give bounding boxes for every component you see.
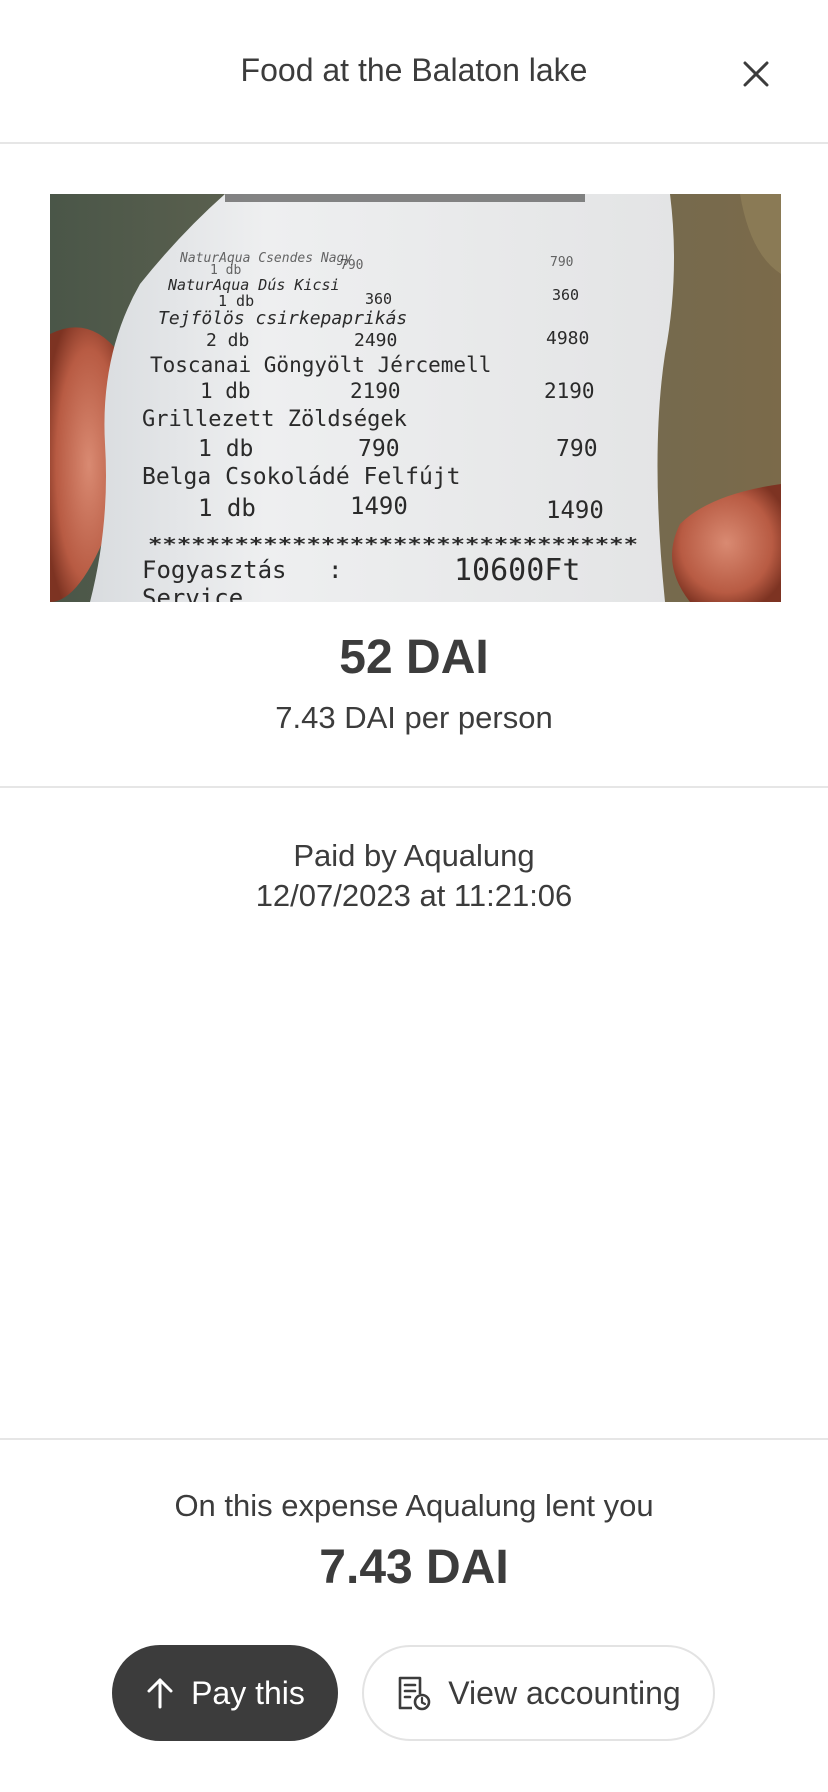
receipt-total-value: 10600Ft	[454, 553, 580, 588]
lent-amount: 7.43 DAI	[319, 1541, 509, 1594]
lent-text: On this expense Aqualung lent you	[174, 1488, 654, 1523]
receipt-line-8-left: 1 db	[200, 379, 251, 403]
receipt-line-9-left: Grillezett Zöldségek	[142, 407, 407, 432]
receipt-line-6-mid: 2490	[354, 330, 397, 351]
receipt-total-label: Fogyasztás	[142, 556, 287, 584]
receipt-line-10-mid: 790	[358, 436, 400, 462]
pay-this-button[interactable]: Pay this	[112, 1645, 338, 1741]
close-button[interactable]	[736, 54, 776, 94]
receipt-line-7-left: Toscanai Göngyölt Jércemell	[150, 353, 491, 377]
receipt-total-colon: :	[328, 556, 342, 584]
receipt-line-4-mid: 360	[365, 290, 392, 308]
expense-amount: 52 DAI	[339, 631, 489, 684]
receipt-line-12-mid: 1490	[350, 492, 408, 520]
receipt-line-5-left: Tejfölös csirkepaprikás	[158, 308, 407, 329]
view-accounting-label: View accounting	[448, 1674, 681, 1711]
view-accounting-button[interactable]: View accounting	[362, 1645, 715, 1741]
receipt-line-12-left: 1 db	[198, 494, 256, 522]
receipt-line-8-mid: 2190	[350, 379, 401, 403]
per-person-amount: 7.43 DAI per person	[275, 700, 553, 735]
receipt-line-6-right: 4980	[546, 328, 589, 349]
receipt-line-10-left: 1 db	[198, 436, 253, 462]
receipt-line-2-right: 790	[550, 255, 573, 270]
receipt-separator: **********************************	[148, 534, 638, 555]
receipt-line-12-right: 1490	[546, 496, 604, 524]
page-title: Food at the Balaton lake	[240, 52, 588, 88]
pay-this-label: Pay this	[191, 1674, 305, 1711]
close-icon	[743, 61, 769, 87]
receipt-photo[interactable]: NaturAqua Csendes Nagy 1 db 790 790 Natu…	[50, 194, 781, 602]
header: Food at the Balaton lake	[0, 0, 828, 144]
receipt-line-1-left: NaturAqua Csendes Nagy	[179, 251, 352, 266]
receipt-image: NaturAqua Csendes Nagy 1 db 790 790 Natu…	[50, 194, 781, 602]
arrow-up-icon	[145, 1676, 175, 1710]
receipt-line-11-left: Belga Csokoládé Felfújt	[142, 464, 461, 490]
receipt-line-6-left: 2 db	[206, 330, 249, 351]
divider	[0, 786, 828, 788]
divider	[0, 1438, 828, 1440]
receipt-icon	[396, 1674, 432, 1712]
receipt-line-2-mid: 790	[340, 258, 363, 273]
receipt-line-10-right: 790	[556, 436, 598, 462]
paid-date: 12/07/2023 at 11:21:06	[255, 878, 573, 913]
receipt-service-label: Service	[142, 584, 243, 602]
expense-detail-screen: Food at the Balaton lake NaturAqua Csend…	[0, 0, 828, 1792]
receipt-line-4-right: 360	[552, 286, 579, 304]
receipt-line-8-right: 2190	[544, 379, 595, 403]
paid-by: Paid by Aqualung	[293, 838, 535, 873]
